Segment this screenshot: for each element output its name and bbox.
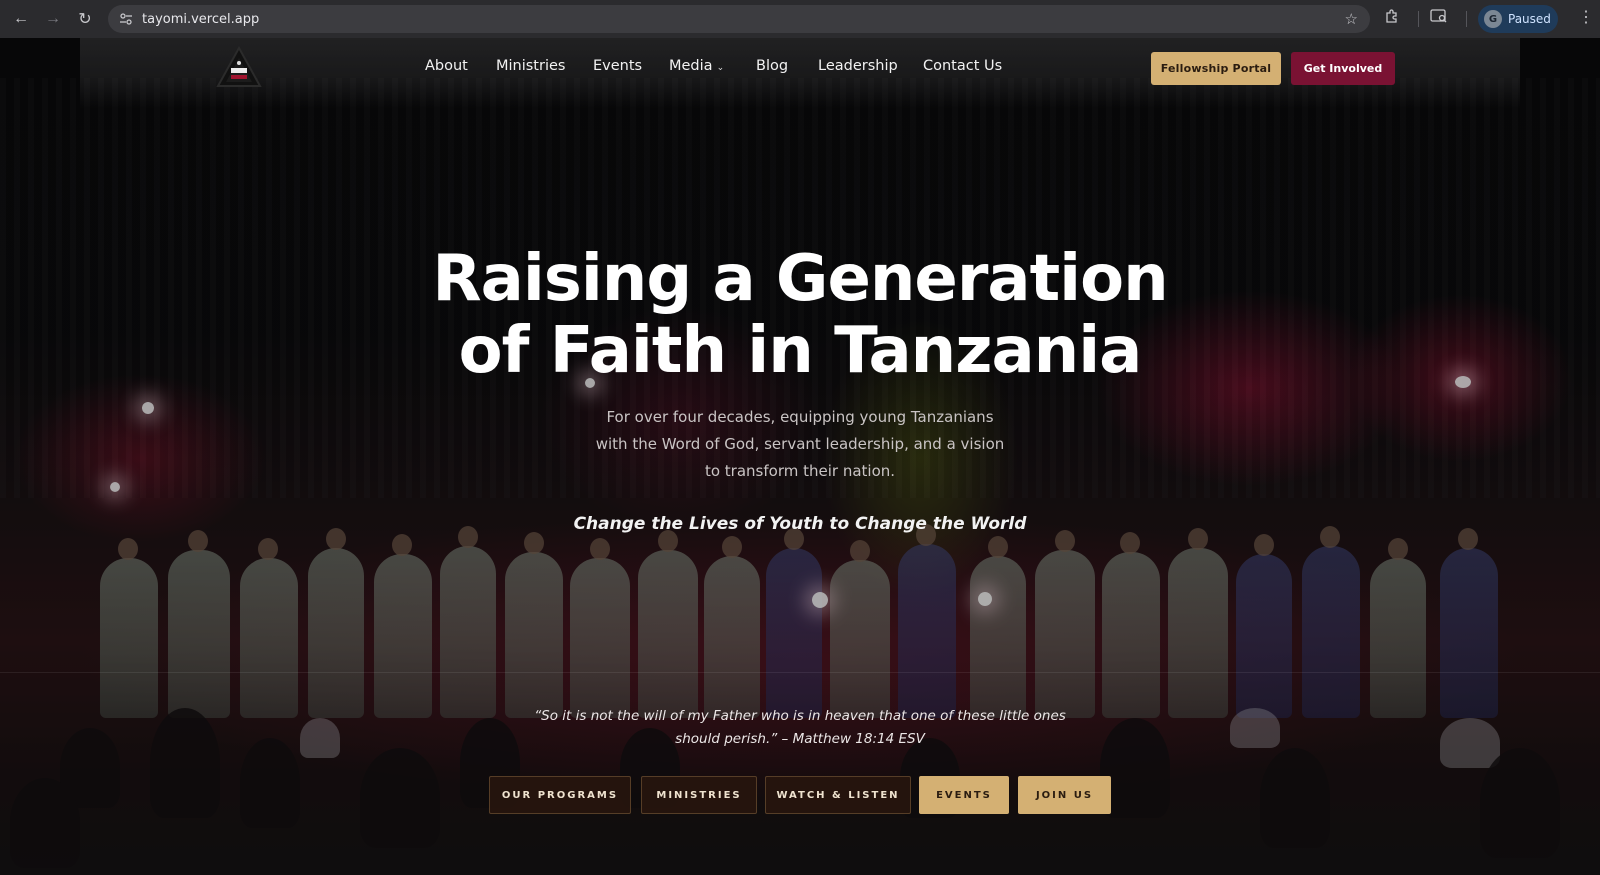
browser-toolbar: ← → ↻ tayomi.vercel.app ☆ G Paused ⋮ <box>0 0 1600 38</box>
profile-avatar: G <box>1484 10 1502 28</box>
nav-media[interactable]: Media ⌄ <box>669 58 724 74</box>
reader-mode-icon[interactable] <box>1430 8 1448 28</box>
profile-button[interactable]: G Paused <box>1478 5 1558 33</box>
reload-icon[interactable]: ↻ <box>74 8 96 30</box>
hero-title-line1: Raising a Generation <box>432 242 1168 316</box>
hero-subtitle: For over four decades, equipping young T… <box>595 408 1005 480</box>
forward-arrow-icon[interactable]: → <box>42 8 64 30</box>
hero-title: Raising a Generation of Faith in Tanzani… <box>400 243 1200 387</box>
hero-title-line2: of Faith in Tanzania <box>458 314 1143 388</box>
more-menu-icon[interactable]: ⋮ <box>1578 7 1594 27</box>
nav-leadership[interactable]: Leadership <box>818 58 898 74</box>
get-involved-button[interactable]: Get Involved <box>1291 52 1395 85</box>
nav-media-label: Media <box>669 58 713 74</box>
url-text[interactable]: tayomi.vercel.app <box>142 12 259 27</box>
extensions-icon[interactable] <box>1384 8 1400 28</box>
nav-events[interactable]: Events <box>593 58 642 74</box>
nav-ministries[interactable]: Ministries <box>496 58 565 74</box>
nav-blog[interactable]: Blog <box>756 58 788 74</box>
hero-tagline: Change the Lives of Youth to Change the … <box>573 514 1027 534</box>
toolbar-divider <box>1418 11 1419 27</box>
watch-listen-button[interactable]: WATCH & LISTEN <box>765 776 911 814</box>
back-arrow-icon[interactable]: ← <box>10 8 32 30</box>
our-programs-button[interactable]: OUR PROGRAMS <box>489 776 631 814</box>
join-us-button[interactable]: JOIN US <box>1018 776 1111 814</box>
toolbar-divider <box>1466 11 1467 27</box>
address-bar[interactable]: tayomi.vercel.app ☆ <box>108 5 1370 33</box>
profile-status: Paused <box>1508 12 1551 26</box>
events-button[interactable]: EVENTS <box>919 776 1009 814</box>
chevron-down-icon: ⌄ <box>716 63 725 73</box>
cta-buttons: OUR PROGRAMS MINISTRIES WATCH & LISTEN E… <box>0 776 1600 814</box>
ministries-button[interactable]: MINISTRIES <box>641 776 757 814</box>
nav-contact-us[interactable]: Contact Us <box>923 58 1002 74</box>
bookmark-star-icon[interactable]: ☆ <box>1345 10 1358 28</box>
scripture-quote: “So it is not the will of my Father who … <box>534 708 1066 747</box>
hero-section: About Ministries Events Media ⌄ Blog Lead… <box>0 38 1600 875</box>
section-divider <box>0 672 1600 673</box>
fellowship-portal-button[interactable]: Fellowship Portal <box>1151 52 1281 85</box>
site-settings-icon[interactable] <box>118 11 134 27</box>
nav-about[interactable]: About <box>425 58 468 74</box>
